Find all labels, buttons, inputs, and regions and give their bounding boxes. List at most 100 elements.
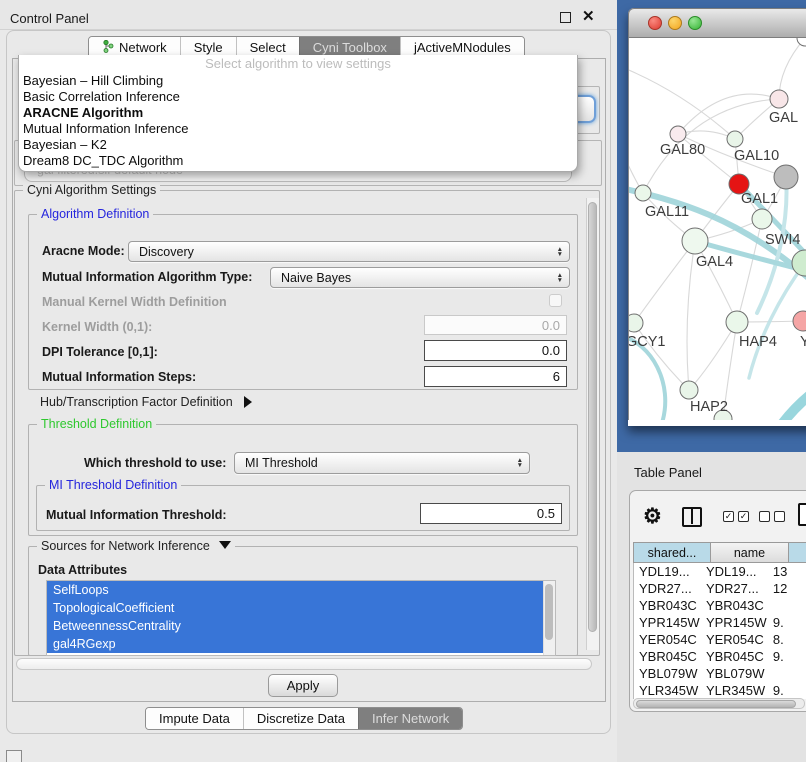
table-row[interactable]: YDR27...YDR27...12 — [634, 580, 806, 597]
table-cell: YBL079W — [701, 666, 768, 681]
dropdown-item[interactable]: Bayesian – Hill Climbing — [19, 73, 577, 89]
node-gcy1[interactable] — [629, 314, 643, 332]
table-cell: YDR27... — [701, 581, 768, 596]
cyni-bottom-tabs: Impute Data Discretize Data Infer Networ… — [145, 707, 463, 730]
hub-definition-label: Hub/Transcription Factor Definition — [40, 395, 233, 409]
minimized-panel-icon[interactable] — [6, 750, 22, 762]
node-gal4[interactable] — [682, 228, 708, 254]
tab-label: Discretize Data — [257, 711, 345, 726]
settings-scrollbar-thumb[interactable] — [588, 202, 597, 632]
aracne-mode-combobox[interactable]: Discovery ▲▼ — [128, 241, 570, 262]
node-gal11[interactable] — [635, 185, 651, 201]
which-threshold-combobox[interactable]: MI Threshold ▲▼ — [234, 452, 530, 474]
dpi-tolerance-field[interactable]: 0.0 — [424, 340, 567, 361]
node-salmon[interactable] — [793, 311, 806, 331]
dropdown-item[interactable]: Bayesian – K2 — [19, 137, 577, 153]
tab-infer-network[interactable]: Infer Network — [358, 708, 462, 729]
attribute-list-item[interactable]: BetweennessCentrality — [47, 617, 544, 635]
table-row[interactable]: YPR145WYPR145W9. — [634, 614, 806, 631]
table-cell: 9. — [768, 683, 806, 698]
table-row[interactable]: YBR045CYBR045C9. — [634, 648, 806, 665]
dropdown-item[interactable]: Mutual Information Inference — [19, 121, 577, 137]
control-panel-titlebar — [0, 0, 617, 30]
node-gray[interactable] — [774, 165, 798, 189]
table-row[interactable]: YBR043CYBR043C — [634, 597, 806, 614]
control-panel-title: Control Panel — [10, 11, 89, 26]
gear-icon[interactable]: ⚙ — [643, 504, 662, 529]
node-gcy1-label: GCY1 — [629, 334, 666, 350]
mi-threshold-field[interactable]: 0.5 — [420, 503, 562, 524]
attributes-scrollbar-thumb[interactable] — [545, 584, 553, 640]
table-cell: YER054C — [634, 632, 701, 647]
float-window-icon[interactable] — [560, 12, 571, 23]
table-row[interactable]: YER054CYER054C8. — [634, 631, 806, 648]
tab-discretize-data[interactable]: Discretize Data — [243, 708, 358, 729]
table-cell: YPR145W — [634, 615, 701, 630]
threshold-definition-title: Threshold Definition — [37, 417, 156, 431]
algorithm-definition-title: Algorithm Definition — [37, 207, 153, 221]
stepper-arrows-icon: ▲▼ — [557, 247, 563, 257]
table-row[interactable]: YDL19...YDL19...13 — [634, 563, 806, 580]
dropdown-item[interactable]: ARACNE Algorithm — [19, 105, 577, 121]
close-traffic-light-icon[interactable] — [648, 16, 662, 30]
deselect-all-checkboxes-icon[interactable] — [759, 511, 785, 522]
zoom-traffic-light-icon[interactable] — [688, 16, 702, 30]
table-scrollbar-thumb[interactable] — [636, 700, 796, 708]
dropdown-item[interactable]: Basic Correlation Inference — [19, 89, 577, 105]
node-hap4[interactable] — [726, 311, 748, 333]
tab-label: Select — [250, 40, 286, 55]
dropdown-item[interactable]: Dream8 DC_TDC Algorithm — [19, 153, 577, 169]
node-swi4[interactable] — [792, 250, 806, 276]
tab-label: Network — [119, 40, 167, 55]
node-gal80[interactable] — [670, 126, 686, 142]
table-row[interactable]: YLR345WYLR345W9. — [634, 682, 806, 699]
node-salmon-label: Y — [800, 334, 806, 350]
mi-steps-field[interactable]: 6 — [424, 366, 567, 387]
table-row[interactable]: YBL079WYBL079W — [634, 665, 806, 682]
dropdown-placeholder: Select algorithm to view settings — [19, 55, 577, 73]
tab-label: jActiveMNodules — [414, 40, 511, 55]
manual-kernel-checkbox[interactable] — [549, 294, 562, 307]
column-header[interactable] — [789, 542, 806, 563]
table-body: YDL19...YDL19...13YDR27...YDR27...12YBR0… — [633, 563, 806, 699]
attribute-list-item[interactable]: gal4RGexp — [47, 635, 544, 653]
node-gal4-label: GAL4 — [696, 254, 733, 270]
column-header[interactable]: name — [711, 542, 789, 563]
network-canvas[interactable]: GALGAL80GAL10GAL1GAL11SWI4GAL4GCY1HAP4YH… — [628, 38, 806, 420]
sources-title[interactable]: Sources for Network Inference — [37, 539, 235, 553]
hub-definition-toggle[interactable]: Hub/Transcription Factor Definition — [40, 395, 252, 409]
table-cell: YDR27... — [634, 581, 701, 596]
export-table-icon[interactable] — [798, 503, 806, 526]
columns-icon[interactable] — [682, 507, 702, 527]
minimize-traffic-light-icon[interactable] — [668, 16, 682, 30]
close-icon[interactable]: ✕ — [582, 7, 595, 25]
table-cell: YLR345W — [634, 683, 701, 698]
tab-label: Infer Network — [372, 711, 449, 726]
mi-type-label: Mutual Information Algorithm Type: — [42, 270, 252, 284]
node-hap2[interactable] — [680, 381, 698, 399]
data-attributes-list[interactable]: SelfLoopsTopologicalCoefficientBetweenne… — [46, 580, 556, 656]
node-partial-top[interactable] — [797, 38, 806, 46]
node-gal1[interactable] — [752, 209, 772, 229]
column-header[interactable]: shared... — [633, 542, 711, 563]
tab-impute-data[interactable]: Impute Data — [146, 708, 243, 729]
kernel-width-field[interactable]: 0.0 — [424, 315, 567, 335]
which-threshold-label: Which threshold to use: — [84, 456, 226, 470]
tab-label: Cyni Toolbox — [313, 40, 387, 55]
tab-label: Impute Data — [159, 711, 230, 726]
apply-button[interactable]: Apply — [268, 674, 338, 697]
attribute-list-item[interactable]: SelfLoops — [47, 581, 544, 599]
attribute-list-item[interactable]: TopologicalCoefficient — [47, 599, 544, 617]
aracne-mode-label: Aracne Mode: — [42, 244, 125, 258]
sources-title-label: Sources for Network Inference — [41, 539, 210, 553]
select-all-checkboxes-icon[interactable]: ✓ ✓ — [723, 511, 749, 522]
data-attributes-label: Data Attributes — [38, 563, 127, 577]
node-gal-pink[interactable] — [770, 90, 788, 108]
settings-horizontal-scrollbar[interactable] — [16, 658, 592, 670]
network-icon — [102, 40, 114, 56]
node-gal10-label: GAL10 — [734, 148, 779, 164]
node-gal10[interactable] — [727, 131, 743, 147]
mi-type-combobox[interactable]: Naive Bayes ▲▼ — [270, 267, 570, 288]
node-hap2-label: HAP2 — [690, 399, 728, 415]
which-threshold-value: MI Threshold — [245, 456, 318, 470]
